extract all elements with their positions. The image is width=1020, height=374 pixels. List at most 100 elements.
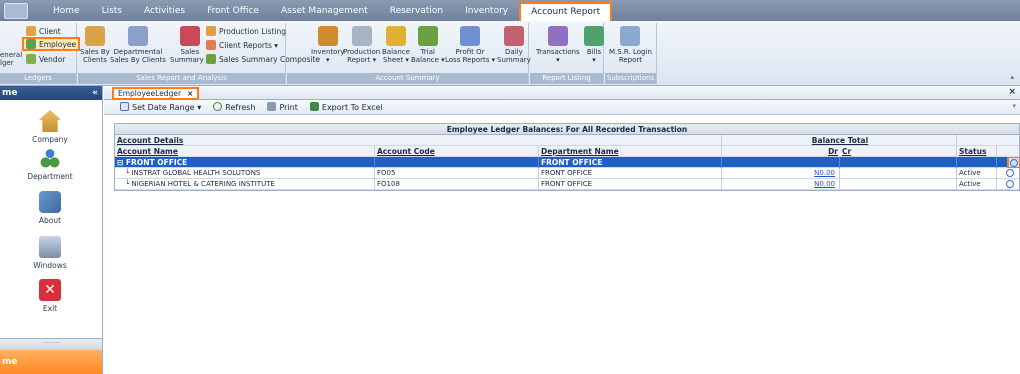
- vendor-ledger-button[interactable]: Vendor: [26, 54, 65, 64]
- table-row[interactable]: └ INSTRAT GLOBAL HEALTH SOLUTONS FO05 FR…: [115, 168, 1019, 179]
- group-collapse-icon[interactable]: ⊟: [117, 158, 123, 167]
- print-button[interactable]: Print: [267, 102, 298, 112]
- col-actions: [997, 146, 1020, 157]
- departmental-sales-label: Departmental Sales By Clients: [110, 48, 166, 64]
- trial-balance-icon: [417, 26, 438, 46]
- group-view-button[interactable]: [1007, 157, 1020, 168]
- transactions-button[interactable]: Transactions ▾: [536, 26, 580, 64]
- col-account-name[interactable]: Account Name: [115, 146, 375, 157]
- tab-employee-ledger[interactable]: EmployeeLedger ×: [112, 87, 200, 100]
- col-account-code[interactable]: Account Code: [375, 146, 539, 157]
- col-cr[interactable]: Cr: [840, 146, 957, 157]
- sales-summary-button[interactable]: Sales Summary ▾: [170, 26, 210, 64]
- sidebar-header: me «: [0, 86, 102, 100]
- group-row-status: [957, 157, 997, 168]
- employee-icon: [26, 39, 36, 49]
- profit-loss-button[interactable]: Profit Or Loss Reports ▾: [445, 26, 495, 64]
- col-status[interactable]: Status: [957, 146, 997, 157]
- export-to-excel-button[interactable]: Export To Excel: [309, 102, 383, 112]
- magnifier-icon: [1010, 159, 1018, 167]
- company-icon: [39, 110, 61, 132]
- about-label: About: [38, 216, 62, 225]
- sidebar-item-department[interactable]: Department: [0, 147, 100, 181]
- row-view-button[interactable]: [997, 179, 1020, 190]
- sidebar-item-windows[interactable]: Windows: [0, 236, 100, 270]
- table-row[interactable]: └ NIGERIAN HOTEL & CATERING INSTITUTE FO…: [115, 179, 1019, 190]
- client-reports-button[interactable]: Client Reports ▾: [206, 40, 278, 50]
- client-ledger-button[interactable]: Client: [26, 26, 61, 36]
- tab-close-icon[interactable]: ×: [187, 89, 193, 98]
- set-date-range-label: Set Date Range ▾: [132, 103, 202, 112]
- col-dr[interactable]: Dr: [722, 146, 840, 157]
- set-date-range-button[interactable]: Set Date Range ▾: [120, 102, 201, 112]
- sidebar-footer[interactable]: me: [0, 350, 102, 374]
- sales-summary-label: Sales Summary ▾: [170, 48, 210, 64]
- production-listing-icon: [206, 26, 216, 36]
- app-menu-button[interactable]: [4, 2, 28, 19]
- refresh-button[interactable]: Refresh: [213, 102, 255, 112]
- transactions-label: Transactions ▾: [536, 48, 580, 64]
- departmental-sales-button[interactable]: Departmental Sales By Clients: [110, 26, 166, 64]
- bills-label: Bills ▾: [586, 48, 602, 64]
- daily-summary-label: Daily Summary: [497, 48, 531, 64]
- tab-front-office[interactable]: Front Office: [196, 6, 270, 16]
- group-name: FRONT OFFICE: [125, 158, 188, 167]
- sidebar-collapse-icon[interactable]: «: [92, 86, 98, 100]
- tab-home[interactable]: Home: [42, 6, 91, 16]
- row-dr-link[interactable]: N0.00: [722, 179, 840, 190]
- tab-asset-management[interactable]: Asset Management: [270, 6, 379, 16]
- refresh-icon: [213, 102, 223, 111]
- subscriptions-group: M.S.R. Login Report Subscriptions: [605, 23, 657, 84]
- report-toolbar: Set Date Range ▾ Refresh Print Export To…: [104, 100, 1020, 115]
- sales-composite-icon: [206, 54, 216, 64]
- ledger-grid: Employee Ledger Balances: For All Record…: [114, 123, 1020, 191]
- row-cr: [840, 168, 957, 179]
- production-report-button[interactable]: Production Report ▾: [343, 26, 380, 64]
- tab-inventory[interactable]: Inventory: [454, 6, 519, 16]
- inventory-report-button[interactable]: Inventory ▾: [311, 26, 344, 64]
- sales-by-clients-button[interactable]: Sales By Clients: [80, 26, 110, 64]
- general-ledger-button[interactable]: eneral lger: [0, 51, 22, 67]
- daily-summary-button[interactable]: Daily Summary: [497, 26, 531, 64]
- tab-reservation[interactable]: Reservation: [379, 6, 454, 16]
- employee-label: Employee: [39, 39, 77, 49]
- group-row-front-office[interactable]: ⊟ FRONT OFFICE FRONT OFFICE: [115, 157, 1020, 168]
- sidebar-item-company[interactable]: Company: [0, 110, 100, 144]
- toolbar-dropdown-icon[interactable]: ▾: [1012, 102, 1016, 110]
- group-row-cr: [840, 157, 957, 168]
- ledgers-group-label: Ledgers: [0, 73, 76, 84]
- balance-sheet-icon: [385, 26, 406, 46]
- client-reports-label: Client Reports ▾: [219, 40, 279, 50]
- inventory-icon: [317, 26, 338, 46]
- bills-icon: [584, 26, 604, 46]
- sidebar-splitter[interactable]: ·········: [0, 338, 102, 350]
- row-dr-link[interactable]: N0.00: [722, 168, 840, 179]
- sales-group-label: Sales Report and Analysis: [78, 73, 285, 84]
- magnifier-icon: [1006, 169, 1014, 177]
- row-view-button[interactable]: [997, 168, 1020, 179]
- main-area: EmployeeLedger × × Set Date Range ▾ Refre…: [104, 86, 1020, 374]
- sidebar-item-exit[interactable]: ✕ Exit: [0, 279, 100, 313]
- employee-ledger-button[interactable]: Employee: [21, 37, 81, 51]
- subscriptions-label: Subscriptions: [605, 73, 656, 84]
- row-account-name: └ INSTRAT GLOBAL HEALTH SOLUTONS: [115, 168, 375, 179]
- tab-lists[interactable]: Lists: [91, 6, 133, 16]
- row-account-name-text: INSTRAT GLOBAL HEALTH SOLUTONS: [131, 169, 261, 177]
- ribbon-collapse-icon[interactable]: ▴: [1010, 73, 1014, 81]
- tab-account-report[interactable]: Account Report: [519, 2, 613, 21]
- sidebar-item-about[interactable]: About: [0, 191, 100, 225]
- account-summary-label: Account Summary: [287, 73, 528, 84]
- balance-sheet-label: Balance Sheet ▾: [382, 48, 410, 64]
- balance-sheet-button[interactable]: Balance Sheet ▾: [382, 26, 410, 64]
- trial-balance-button[interactable]: Trial Balance ▾: [411, 26, 445, 64]
- msr-label: M.S.R. Login Report: [609, 48, 652, 64]
- row-department: FRONT OFFICE: [539, 179, 722, 190]
- row-account-name-text: NIGERIAN HOTEL & CATERING INSTITUTE: [131, 180, 275, 188]
- tab-activities[interactable]: Activities: [133, 6, 196, 16]
- col-department-name[interactable]: Department Name: [539, 146, 722, 157]
- close-all-icon[interactable]: ×: [1008, 87, 1016, 97]
- report-listing-label: Report Listing: [530, 73, 603, 84]
- production-listing-button[interactable]: Production Listing: [206, 26, 286, 36]
- bills-button[interactable]: Bills ▾: [584, 26, 604, 64]
- msr-login-report-button[interactable]: M.S.R. Login Report: [609, 26, 652, 64]
